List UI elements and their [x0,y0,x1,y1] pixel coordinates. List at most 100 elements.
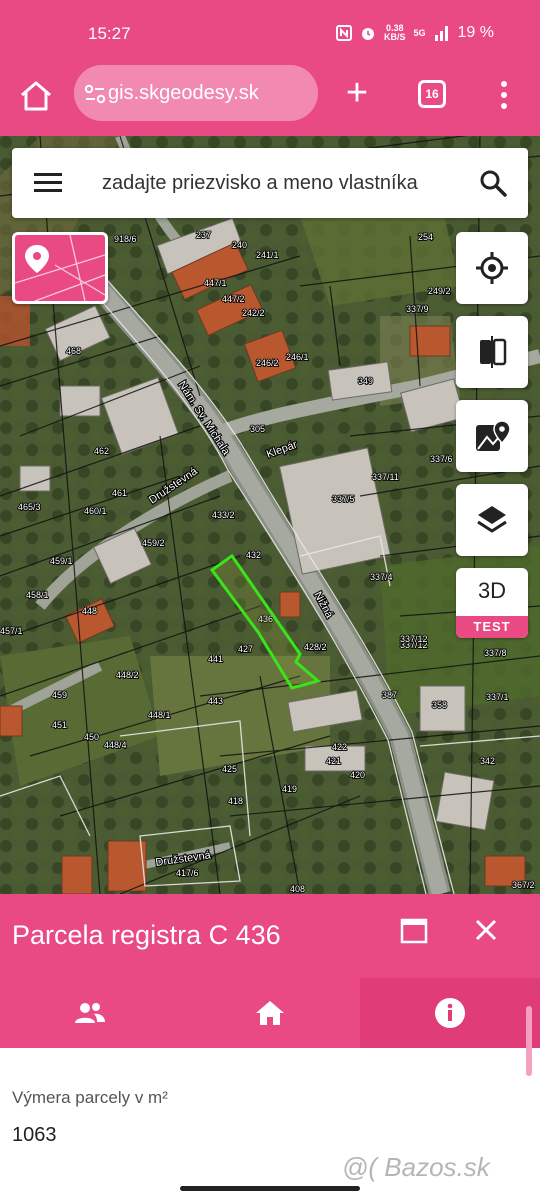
browser-toolbar: gis.skgeodesy.sk + 16 [0,64,540,136]
parcel-number: 337/9 [406,304,429,314]
parcel-number: 337/11 [372,472,399,482]
parcel-number: 254 [418,232,433,242]
parcel-number: 337/4 [370,572,393,582]
parcel-number: 462 [94,446,109,456]
parcel-number: 465/3 [18,502,41,512]
parcel-number: 427 [238,644,253,654]
layers-icon [477,506,507,533]
compare-maps-button[interactable] [456,316,528,388]
parcel-number: 918/6 [114,234,137,244]
gesture-home-bar[interactable] [180,1186,360,1191]
parcel-number: 420 [350,770,365,780]
parcel-number: 246/1 [286,352,309,362]
status-time: 15:27 [88,24,131,43]
search-input[interactable]: zadajte priezvisko a meno vlastníka [102,172,418,195]
people-icon [75,1003,105,1023]
parcel-number: 458/1 [26,590,49,600]
parcel-number: 242/2 [242,308,265,318]
parcel-number: 448/1 [148,710,171,720]
tab-owners[interactable] [0,978,180,1048]
tab-info[interactable] [360,978,540,1048]
test-badge: TEST [456,616,528,638]
parcel-number: 421 [326,756,341,766]
info-icon [435,998,465,1028]
parcel-number: 448/4 [104,740,127,750]
alarm-icon [362,28,374,40]
parcel-number: 337/6 [430,454,453,464]
tab-property[interactable] [180,978,360,1048]
house-icon [256,1001,284,1025]
close-icon[interactable] [474,918,498,942]
url-text: gis.skgeodesy.sk [108,82,259,104]
parcel-number: 342 [480,756,495,766]
area-label: Výmera parcely v m² [12,1088,168,1107]
my-location-button[interactable] [456,232,528,304]
home-icon[interactable] [18,78,54,114]
parcel-number: 367/2 [512,880,535,890]
parcel-title: Parcela registra C 436 [12,920,281,950]
gps-location-icon [476,252,508,284]
tab-switcher-button[interactable]: 16 [418,80,446,108]
status-bar: 15:27 0.38 KB/S 5G 19 % [0,0,540,64]
parcel-number: 441 [208,654,223,664]
parcel-number: 451 [52,720,67,730]
parcel-number: 461 [112,488,127,498]
site-settings-icon[interactable] [84,83,106,105]
parcel-number: 246/2 [256,358,279,368]
3d-label: 3D [477,578,507,603]
parcel-number: 432 [246,550,261,560]
parcel-number: 457/1 [0,626,23,636]
parcel-number: 305 [250,424,265,434]
parcel-number: 417/6 [176,868,199,878]
parcel-number: 460/1 [84,506,107,516]
parcel-number: 468 [66,346,81,356]
map-pin-icon [476,420,511,451]
parcel-number: 387 [382,690,397,700]
parcel-panel-header: Parcela registra C 436 [0,894,540,978]
parcel-number: 459/1 [50,556,73,566]
status-icons: 0.38 KB/S 5G 19 % [336,24,494,42]
more-menu-icon[interactable] [492,78,516,112]
basemap-thumbnail-button[interactable] [12,232,108,304]
speed-unit: KB/S [384,32,406,42]
parcel-number: 418 [228,796,243,806]
parcel-number: 249/2 [428,286,451,296]
parcel-number: 433/2 [212,510,235,520]
parcel-number: 443 [208,696,223,706]
search-icon[interactable] [478,168,508,198]
parcel-number: 448/2 [116,670,139,680]
parcel-number: 459/2 [142,538,165,548]
parcel-number: 447/2 [222,294,245,304]
new-tab-button[interactable]: + [340,74,374,114]
layers-button[interactable] [456,484,528,556]
parcel-number: 337/1 [486,692,509,702]
parcel-number: 459 [52,690,67,700]
parcel-number: 241/1 [256,250,279,260]
parcel-number: 447/1 [204,278,227,288]
parcel-number: 349 [358,376,373,386]
parcel-number: 358 [432,700,447,710]
nfc-icon [336,25,352,41]
scrollbar[interactable] [526,1006,532,1076]
parcel-number: 425 [222,764,237,774]
hamburger-menu-icon[interactable] [34,172,62,194]
signal-icon [434,26,448,41]
parcel-number: 240 [232,240,247,250]
network-type: 5G [413,28,426,38]
parcel-number: 237 [196,230,211,240]
parcel-number: 337/8 [484,648,507,658]
3d-view-button[interactable]: 3D TEST [456,568,528,638]
parcel-number: 422 [332,742,347,752]
maximize-icon[interactable] [400,918,428,944]
watermark: @( Bazos.sk [342,1152,490,1182]
network-speed: 0.38 KB/S [384,24,406,42]
map-pin-icon [15,235,105,301]
parcel-number: 450 [84,732,99,742]
owner-search-bar[interactable]: zadajte priezvisko a meno vlastníka [12,148,528,218]
address-bar[interactable]: gis.skgeodesy.sk [74,65,318,121]
parcel-number: 428/2 [304,642,327,652]
parcel-tabs [0,978,540,1048]
battery-level: 19 % [457,24,494,41]
compare-icon [480,336,507,368]
google-maps-button[interactable] [456,400,528,472]
